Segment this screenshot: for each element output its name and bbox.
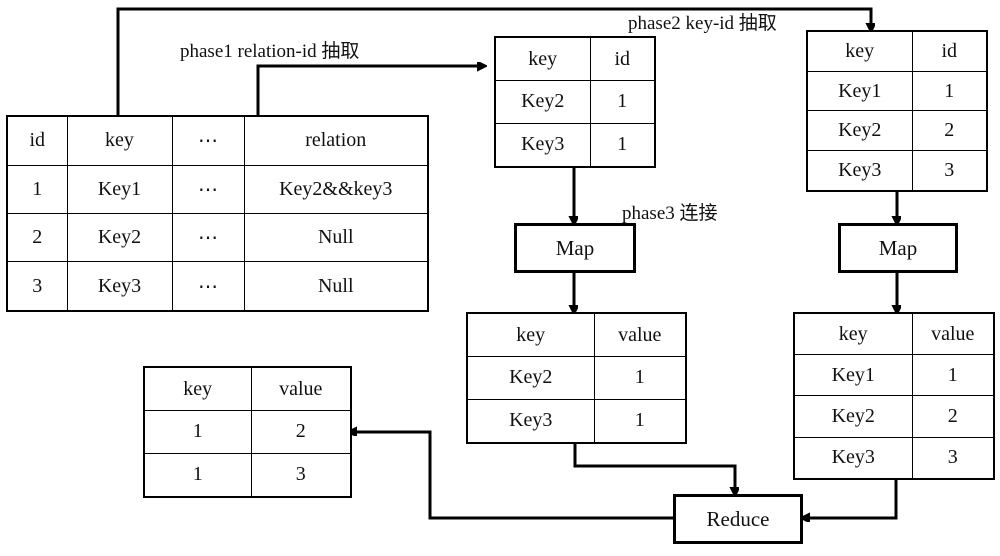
cell: Key3: [66, 261, 173, 312]
cell: key: [66, 115, 173, 166]
diagram-canvas: phase1 relation-id 抽取 phase2 key-id 抽取 p…: [0, 0, 1000, 556]
cell: 1: [911, 70, 988, 112]
connector-reduce-to-result: [350, 432, 673, 520]
cell: Key3: [466, 398, 595, 444]
cell: ⋯: [171, 212, 245, 263]
table-row-header: id key ⋯ relation: [6, 115, 429, 166]
connector-map-left-output-to-reduce: [573, 444, 735, 494]
cell: 1: [911, 354, 995, 397]
cell: Null: [243, 261, 429, 312]
cell: Key2: [66, 212, 173, 263]
source-relation-table: id key ⋯ relation 1 Key1 ⋯ Key2&&key3 2 …: [6, 115, 429, 312]
cell: id: [6, 115, 68, 166]
cell: 1: [593, 398, 687, 444]
table-row-header: key id: [494, 36, 656, 82]
cell: Key3: [793, 436, 913, 480]
cell: Key2: [466, 356, 595, 400]
cell: Key1: [66, 164, 173, 214]
table-row: Key2 2: [806, 110, 988, 152]
label-phase3: phase3 连接: [622, 203, 718, 224]
cell: 3: [6, 261, 68, 312]
map-right-box[interactable]: Map: [838, 223, 958, 273]
table-row: Key1 1: [806, 70, 988, 112]
cell: Key1: [793, 354, 913, 397]
reduce-label: Reduce: [706, 506, 770, 531]
table-row: Key3 3: [793, 436, 995, 480]
table-row-header: key value: [793, 312, 995, 356]
cell: Key3: [806, 150, 913, 192]
relation-id-table: key id Key2 1 Key3 1: [494, 36, 656, 168]
map-left-output-table: key value Key2 1 Key3 1: [466, 312, 687, 444]
connector-phase1: [256, 66, 484, 115]
connector-map-right-output-to-reduce: [803, 480, 898, 518]
cell: value: [911, 312, 995, 356]
table-row: 1 2: [143, 410, 352, 454]
table-row: Key1 1: [793, 354, 995, 397]
table-row: 1 Key1 ⋯ Key2&&key3: [6, 164, 429, 214]
table-row: Key2 2: [793, 395, 995, 438]
cell: 3: [250, 452, 352, 498]
cell: key: [806, 30, 913, 72]
cell: 1: [589, 122, 656, 168]
cell: Null: [243, 212, 429, 263]
cell: ⋯: [171, 115, 245, 166]
cell: 1: [6, 164, 68, 214]
map-left-box[interactable]: Map: [514, 223, 636, 273]
cell: relation: [243, 115, 429, 166]
cell: value: [250, 366, 352, 412]
cell: value: [593, 312, 687, 358]
cell: 1: [143, 452, 252, 498]
cell: 3: [911, 150, 988, 192]
table-row: 1 3: [143, 452, 352, 498]
cell: ⋯: [171, 261, 245, 312]
cell: 2: [250, 410, 352, 454]
cell: key: [494, 36, 591, 82]
map-left-label: Map: [555, 235, 595, 260]
table-row: Key3 1: [466, 398, 687, 444]
table-row: Key3 3: [806, 150, 988, 192]
key-id-table: key id Key1 1 Key2 2 Key3 3: [806, 30, 988, 192]
cell: 2: [6, 212, 68, 263]
table-row-header: key id: [806, 30, 988, 72]
cell: Key2: [793, 395, 913, 438]
map-right-label: Map: [878, 235, 918, 260]
table-row: Key2 1: [494, 80, 656, 124]
cell: key: [793, 312, 913, 356]
cell: Key3: [494, 122, 591, 168]
cell: 1: [589, 80, 656, 124]
cell: key: [466, 312, 595, 358]
cell: key: [143, 366, 252, 412]
label-phase1: phase1 relation-id 抽取: [180, 41, 360, 62]
table-row: 3 Key3 ⋯ Null: [6, 261, 429, 312]
reduce-box[interactable]: Reduce: [673, 494, 803, 544]
cell: Key2: [494, 80, 591, 124]
table-row-header: key value: [143, 366, 352, 412]
table-row: 2 Key2 ⋯ Null: [6, 212, 429, 263]
cell: 2: [911, 395, 995, 438]
cell: 1: [593, 356, 687, 400]
cell: Key2: [806, 110, 913, 152]
cell: ⋯: [171, 164, 245, 214]
cell: 3: [911, 436, 995, 480]
cell: 2: [911, 110, 988, 152]
label-phase2: phase2 key-id 抽取: [628, 13, 777, 34]
table-row: Key2 1: [466, 356, 687, 400]
table-row-header: key value: [466, 312, 687, 358]
cell: Key1: [806, 70, 913, 112]
table-row: Key3 1: [494, 122, 656, 168]
reduce-output-table: key value 1 2 1 3: [143, 366, 352, 498]
cell: 1: [143, 410, 252, 454]
cell: Key2&&key3: [243, 164, 429, 214]
cell: id: [911, 30, 988, 72]
map-right-output-table: key value Key1 1 Key2 2 Key3 3: [793, 312, 995, 480]
cell: id: [589, 36, 656, 82]
